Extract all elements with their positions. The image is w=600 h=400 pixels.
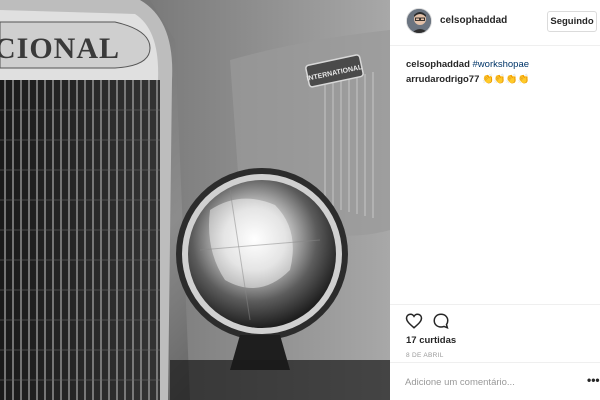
comment-bubble-icon[interactable] [432, 312, 450, 330]
comment-author[interactable]: celsophaddad [406, 59, 470, 70]
heart-icon[interactable] [405, 312, 423, 330]
grille-text: CIONAL [0, 32, 120, 65]
likes-count[interactable]: 17 curtidas [406, 335, 456, 346]
post-actions: 17 curtidas 8 DE ABRIL [390, 304, 600, 362]
post-photo[interactable]: INTERNATIONAL CIONAL [0, 0, 390, 400]
comment-item: arrudarodrigo77 👏👏👏👏 [406, 72, 596, 87]
more-options-icon[interactable]: ••• [587, 373, 600, 387]
avatar[interactable] [406, 8, 432, 34]
comments-list: celsophaddad #workshopae arrudarodrigo77… [406, 57, 596, 87]
post-header: celsophaddad Seguindo [390, 0, 600, 46]
comment-item: celsophaddad #workshopae [406, 57, 596, 72]
add-comment-section: ••• [390, 362, 600, 400]
following-button[interactable]: Seguindo [547, 11, 597, 32]
hashtag-link[interactable]: #workshopae [473, 59, 530, 70]
post-date[interactable]: 8 DE ABRIL [406, 352, 444, 359]
comment-author[interactable]: arrudarodrigo77 [406, 74, 479, 85]
username[interactable]: celsophaddad [440, 15, 507, 26]
post-side-panel: celsophaddad Seguindo celsophaddad #work… [390, 0, 600, 400]
clapping-hands-emoji: 👏👏👏👏 [482, 74, 530, 85]
comment-input[interactable] [405, 375, 570, 389]
